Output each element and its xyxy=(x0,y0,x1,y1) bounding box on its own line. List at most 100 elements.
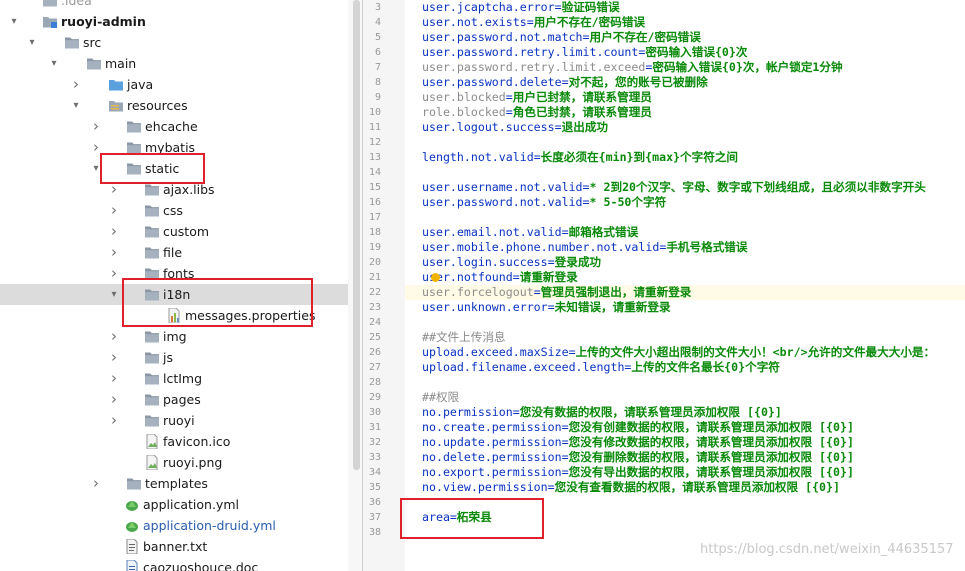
line-number: 12 xyxy=(368,137,381,148)
expand-arrow-down-icon[interactable]: ▾ xyxy=(108,284,120,305)
tree-item-custom[interactable]: › custom xyxy=(0,221,348,242)
tree-item-templates[interactable]: › templates xyxy=(0,473,348,494)
folder-icon xyxy=(126,119,142,134)
code-line[interactable]: no.delete.permission=您没有删除数据的权限，请联系管理员添加… xyxy=(422,450,854,465)
tree-item-pages[interactable]: › pages xyxy=(0,389,348,410)
expand-arrow-down-icon[interactable]: ▾ xyxy=(8,11,20,32)
tree-item-label: java xyxy=(127,77,154,92)
line-number: 37 xyxy=(368,512,381,523)
tree-item-label: ruoyi.png xyxy=(163,455,223,470)
tree-item-ehcache[interactable]: › ehcache xyxy=(0,116,348,137)
line-number: 19 xyxy=(368,242,381,253)
line-number: 28 xyxy=(368,377,381,388)
code-line[interactable]: user.username.not.valid=* 2到20个汉字、字母、数字或… xyxy=(422,180,926,195)
expand-arrow-down-icon[interactable]: ▾ xyxy=(26,32,38,53)
code-line[interactable]: upload.filename.exceed.length=上传的文件名最长{0… xyxy=(422,360,780,375)
tree-item-resources[interactable]: ▾ resources xyxy=(0,95,348,116)
code-line[interactable]: user.not.exists=用户不存在/密码错误 xyxy=(422,15,645,30)
tree-item-ruoyi-png[interactable]: ruoyi.png xyxy=(0,452,348,473)
equals-sign: = xyxy=(505,105,513,119)
expand-arrow-right-icon[interactable]: › xyxy=(108,389,120,410)
expand-arrow-down-icon[interactable]: ▾ xyxy=(48,53,60,74)
expand-arrow-right-icon[interactable]: › xyxy=(108,347,120,368)
tree-item-favicon-ico[interactable]: favicon.ico xyxy=(0,431,348,452)
code-line[interactable]: user.mobile.phone.number.not.valid=手机号格式… xyxy=(422,240,747,255)
code-line[interactable]: upload.exceed.maxSize=上传的文件大小超出限制的文件大小！<… xyxy=(422,345,935,360)
expand-arrow-right-icon[interactable]: › xyxy=(108,410,120,431)
code-line[interactable]: user.logout.success=退出成功 xyxy=(422,120,608,135)
expand-arrow-right-icon[interactable]: › xyxy=(108,221,120,242)
tree-item-js[interactable]: › js xyxy=(0,347,348,368)
expand-arrow-right-icon[interactable]: › xyxy=(90,116,102,137)
expand-arrow-right-icon[interactable]: › xyxy=(108,263,120,284)
tree-item-img[interactable]: › img xyxy=(0,326,348,347)
code-line[interactable]: user.unknown.error=未知错误，请重新登录 xyxy=(422,300,671,315)
code-line[interactable]: ##文件上传消息 xyxy=(422,330,506,345)
code-line[interactable]: user.blocked=用户已封禁，请联系管理员 xyxy=(422,90,652,105)
property-key: user.email.not.valid xyxy=(422,225,562,239)
tree-item-main[interactable]: ▾ main xyxy=(0,53,348,74)
code-line[interactable]: user.password.delete=对不起，您的账号已被删除 xyxy=(422,75,708,90)
code-line[interactable]: user.forcelogout=管理员强制退出，请重新登录 xyxy=(422,285,691,300)
intention-bulb-icon[interactable] xyxy=(431,273,440,282)
property-key: user.not.exists xyxy=(422,15,527,29)
tree-item-ruoyi-admin[interactable]: ▾ ruoyi-admin xyxy=(0,11,348,32)
expand-arrow-down-icon[interactable]: ▾ xyxy=(70,95,82,116)
tree-item-idea[interactable]: .idea xyxy=(0,0,348,11)
expand-arrow-right-icon[interactable]: › xyxy=(70,74,82,95)
code-line[interactable]: ##权限 xyxy=(422,390,459,405)
code-line[interactable]: no.export.permission=您没有导出数据的权限，请联系管理员添加… xyxy=(422,465,854,480)
expand-arrow-right-icon[interactable]: › xyxy=(108,242,120,263)
code-line[interactable]: role.blocked=角色已封禁，请联系管理员 xyxy=(422,105,652,120)
code-line[interactable]: no.view.permission=您没有查看数据的权限，请联系管理员添加权限… xyxy=(422,480,840,495)
code-line[interactable]: no.update.permission=您没有修改数据的权限，请联系管理员添加… xyxy=(422,435,854,450)
code-line[interactable]: user.password.retry.limit.exceed=密码输入错误{… xyxy=(422,60,843,75)
code-line[interactable]: user.jcaptcha.error=验证码错误 xyxy=(422,0,620,15)
tree-item-lctimg[interactable]: › lctImg xyxy=(0,368,348,389)
code-line[interactable]: no.permission=您没有数据的权限，请联系管理员添加权限 [{0}] xyxy=(422,405,782,420)
code-line[interactable]: length.not.valid=长度必须在{min}到{max}个字符之间 xyxy=(422,150,738,165)
tree-item-label: js xyxy=(163,350,173,365)
equals-sign: = xyxy=(582,195,590,209)
line-number: 34 xyxy=(368,467,381,478)
property-value: 角色已封禁，请联系管理员 xyxy=(512,105,652,119)
equals-sign: = xyxy=(512,405,520,419)
code-line[interactable]: user.login.success=登录成功 xyxy=(422,255,601,270)
code-line[interactable]: user.password.not.valid=* 5-50个字符 xyxy=(422,195,666,210)
code-line[interactable]: user.password.not.match=用户不存在/密码错误 xyxy=(422,30,701,45)
expand-arrow-right-icon[interactable]: › xyxy=(108,200,120,221)
property-key: user.logout.success xyxy=(422,120,555,134)
tree-item-label: application-druid.yml xyxy=(143,518,276,533)
property-value: 登录成功 xyxy=(554,255,602,269)
line-number: 5 xyxy=(374,32,381,43)
tree-item-caozuoshouce-doc[interactable]: caozuoshouce.doc xyxy=(0,557,348,571)
tree-item-ruoyi[interactable]: › ruoyi xyxy=(0,410,348,431)
property-key: no.update.permission xyxy=(422,435,562,449)
expand-arrow-right-icon[interactable]: › xyxy=(108,368,120,389)
equals-sign: = xyxy=(582,30,590,44)
equals-sign: = xyxy=(547,480,555,494)
property-key: user.password.delete xyxy=(422,75,562,89)
code-line[interactable]: no.create.permission=您没有创建数据的权限，请联系管理员添加… xyxy=(422,420,854,435)
property-value: 退出成功 xyxy=(561,120,608,134)
equals-sign: = xyxy=(561,225,569,239)
property-key: user.password.retry.limit.count xyxy=(422,45,639,59)
equals-sign: = xyxy=(533,285,541,299)
tree-item-banner-txt[interactable]: banner.txt xyxy=(0,536,348,557)
expand-arrow-right-icon[interactable]: › xyxy=(90,473,102,494)
code-line[interactable]: user.email.not.valid=邮箱格式错误 xyxy=(422,225,638,240)
property-value: 管理员强制退出，请重新登录 xyxy=(540,285,692,299)
tree-item-application-druid-yml[interactable]: application-druid.yml xyxy=(0,515,348,536)
equals-sign: = xyxy=(533,150,541,164)
code-line[interactable]: user.password.retry.limit.count=密码输入错误{0… xyxy=(422,45,747,60)
tree-item-src[interactable]: ▾ src xyxy=(0,32,348,53)
tree-item-java[interactable]: › java xyxy=(0,74,348,95)
tree-item-application-yml[interactable]: application.yml xyxy=(0,494,348,515)
tree-item-css[interactable]: › css xyxy=(0,200,348,221)
tree-scrollbar-thumb[interactable] xyxy=(353,0,360,470)
line-number: 25 xyxy=(368,332,381,343)
tree-item-file[interactable]: › file xyxy=(0,242,348,263)
expand-arrow-right-icon[interactable]: › xyxy=(108,326,120,347)
folder-icon xyxy=(64,35,80,50)
code-line[interactable]: user.notfound=请重新登录 xyxy=(422,270,578,285)
